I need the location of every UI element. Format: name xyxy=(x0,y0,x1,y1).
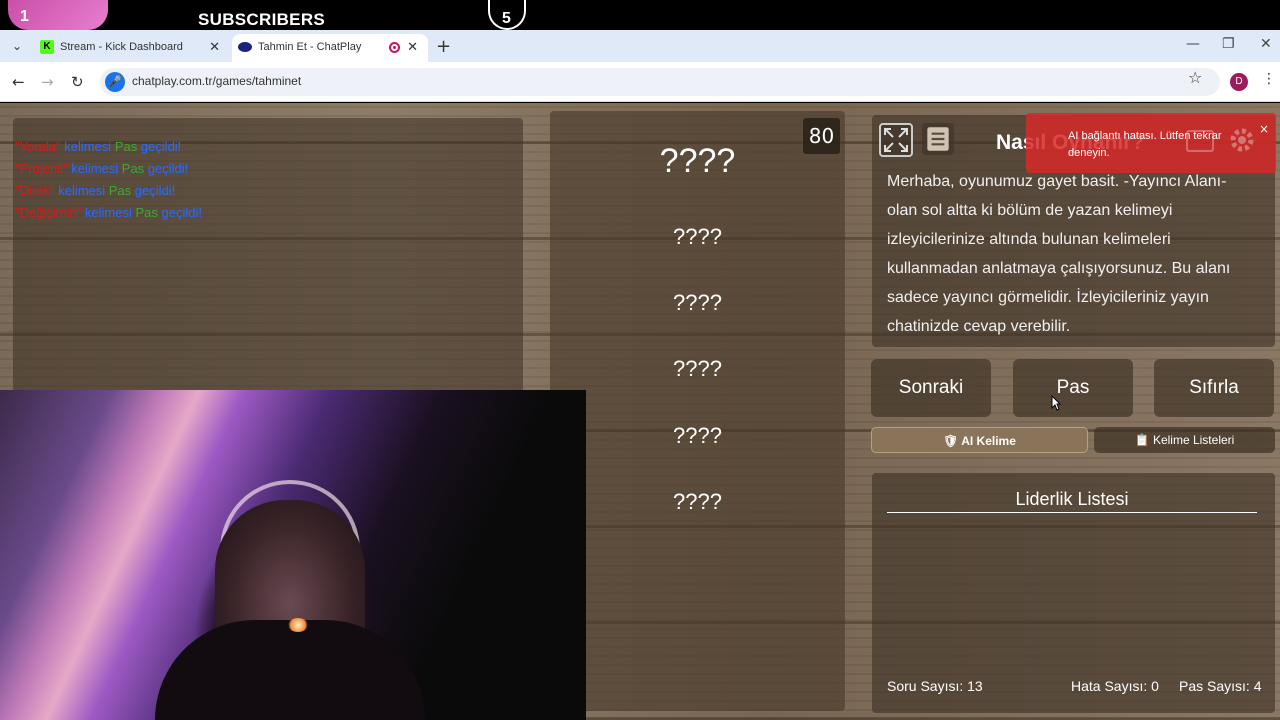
tab-title: Stream - Kick Dashboard xyxy=(60,41,183,53)
address-bar: ← → ↻ 🎤 chatplay.com.tr/games/tahminet xyxy=(0,62,1280,102)
url-text: chatplay.com.tr/games/tahminet xyxy=(132,74,302,88)
mouse-cursor-icon xyxy=(1051,395,1061,411)
window-close-icon[interactable]: ✕ xyxy=(1260,36,1272,52)
subscriber-count: 5 xyxy=(502,10,511,27)
robot-icon: 🛡 xyxy=(943,434,959,448)
question-count: Soru Sayısı: 13 xyxy=(887,678,983,694)
tab-title: Tahmin Et - ChatPlay xyxy=(258,41,362,53)
next-button[interactable]: Sonraki xyxy=(871,359,991,417)
url-field[interactable]: 🎤 chatplay.com.tr/games/tahminet xyxy=(100,68,1220,96)
minimize-icon[interactable]: — xyxy=(1186,36,1200,52)
chatplay-icon xyxy=(238,42,252,52)
maximize-icon[interactable]: ❐ xyxy=(1222,36,1235,52)
chat-line: "Yorulu" kelimesi Pas geçildi! xyxy=(15,139,182,154)
fullscreen-expand-icon[interactable] xyxy=(879,123,913,157)
leaderboard-divider xyxy=(887,512,1257,513)
bookmark-star-icon[interactable]: ☆ xyxy=(1188,68,1202,87)
forbidden-word: ???? xyxy=(673,290,722,315)
word-lists-button[interactable]: 📋 Kelime Listeleri xyxy=(1094,427,1275,453)
forward-icon[interactable]: → xyxy=(41,73,54,91)
menu-kebab-icon[interactable]: ⋮ xyxy=(1262,71,1276,87)
reload-icon[interactable]: ↻ xyxy=(71,73,84,91)
word-lists-label: Kelime Listeleri xyxy=(1152,433,1235,447)
words-panel xyxy=(550,111,845,711)
forbidden-word: ???? xyxy=(673,356,722,381)
reset-button[interactable]: Sıfırla xyxy=(1154,359,1274,417)
chat-line: "Değişimin" kelimesi Pas geçildi! xyxy=(15,205,202,220)
forbidden-word: ???? xyxy=(673,423,722,448)
tab-chatplay[interactable]: Tahmin Et - ChatPlay ✕ xyxy=(232,34,428,62)
subscriber-overlay: 1 SUBSCRIBERS 5 xyxy=(0,0,1280,30)
forbidden-word: ???? xyxy=(673,224,722,249)
forbidden-word: ???? xyxy=(673,489,722,514)
avatar[interactable]: D xyxy=(1230,73,1248,91)
ai-word-button[interactable]: 🛡 AI Kelime xyxy=(871,427,1088,453)
pass-count: Pas Sayısı: 4 xyxy=(1179,678,1262,694)
error-toast-message: AI bağlantı hatası. Lütfen tekrar deneyi… xyxy=(1068,130,1222,159)
subscriber-rank: 1 xyxy=(20,8,29,25)
leaderboard-title: Liderlik Listesi xyxy=(1015,489,1129,509)
browser-tab-strip: ⌄ K Stream - Kick Dashboard ✕ Tahmin Et … xyxy=(0,30,1280,62)
chat-line: "Projenil" kelimesi Pas geçildi! xyxy=(15,161,189,176)
back-icon[interactable]: ← xyxy=(12,73,25,91)
kick-icon: K xyxy=(40,40,54,54)
close-icon[interactable]: ✕ xyxy=(407,39,418,55)
new-tab-icon[interactable]: + xyxy=(436,36,451,57)
tab-kick-dashboard[interactable]: K Stream - Kick Dashboard ✕ xyxy=(34,34,230,62)
error-count: Hata Sayısı: 0 xyxy=(1071,678,1159,694)
chat-line: "Direk" kelimesi Pas geçildi! xyxy=(15,183,176,198)
webcam-mic-light xyxy=(288,618,308,632)
how-to-play-text: Merhaba, oyunumuz gayet basit. -Yayıncı … xyxy=(887,173,1231,335)
clipboard-icon: 📋 xyxy=(1134,433,1150,447)
tab-search-chevron-icon[interactable]: ⌄ xyxy=(6,36,28,56)
close-icon[interactable]: ✕ xyxy=(209,39,220,55)
ai-word-label: AI Kelime xyxy=(961,434,1016,448)
close-icon[interactable]: × xyxy=(1259,122,1269,136)
document-icon[interactable] xyxy=(922,123,954,155)
microphone-icon[interactable]: 🎤 xyxy=(105,72,125,92)
recording-icon xyxy=(389,42,400,53)
pass-button[interactable]: Pas xyxy=(1013,359,1133,417)
main-word: ???? xyxy=(659,142,736,180)
subscriber-label: SUBSCRIBERS xyxy=(198,10,326,29)
